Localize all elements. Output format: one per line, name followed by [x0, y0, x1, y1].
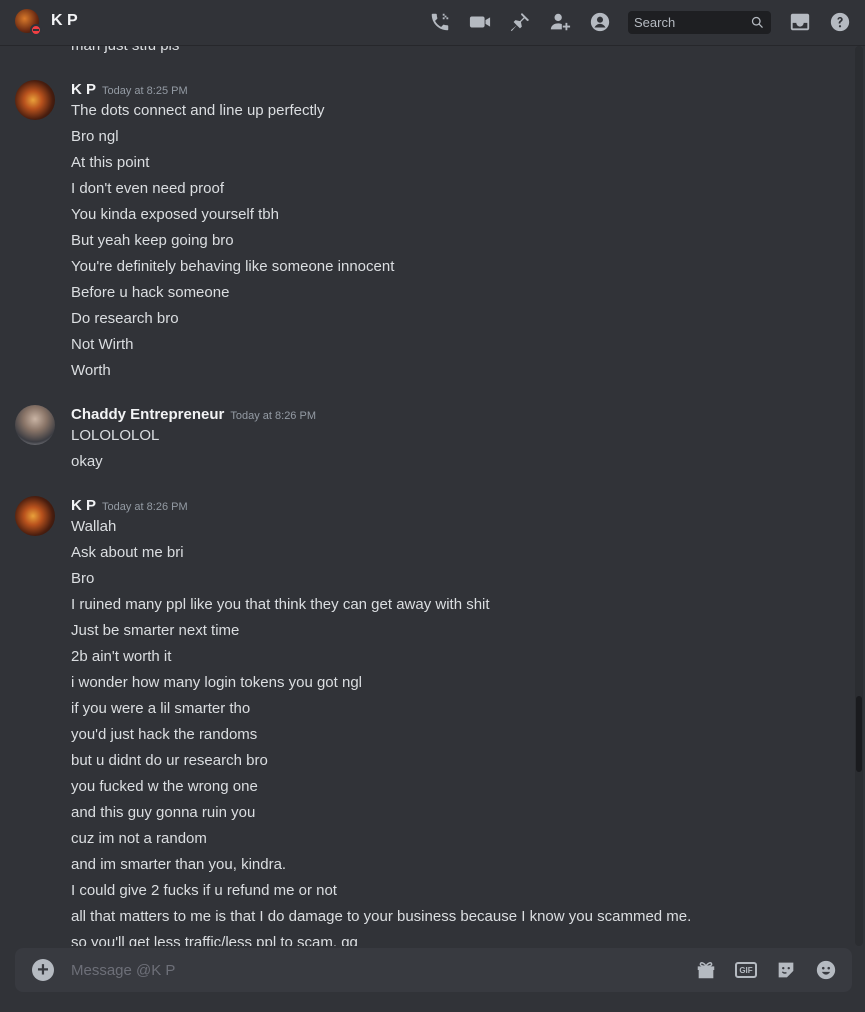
message-line: Ask about me bri	[71, 544, 184, 561]
message-line: Worth	[71, 362, 111, 379]
dnd-status-icon	[30, 24, 42, 36]
avatar[interactable]	[15, 496, 55, 536]
add-friend-icon[interactable]	[548, 10, 572, 34]
add-attachment-icon[interactable]: +	[32, 959, 54, 981]
message-input[interactable]	[71, 959, 671, 981]
emoji-icon[interactable]	[814, 958, 838, 982]
message-line: You kinda exposed yourself tbh	[71, 206, 279, 223]
gif-label: GIF	[735, 962, 757, 978]
message-line: I ruined many ppl like you that think th…	[71, 596, 490, 613]
author-name[interactable]: K P	[71, 81, 96, 98]
author-name[interactable]: K P	[71, 497, 96, 514]
message-line: i wonder how many login tokens you got n…	[71, 674, 363, 691]
message-line: The dots connect and line up perfectly	[71, 102, 325, 119]
message-line: but u didnt do ur research bro	[71, 752, 268, 769]
search-box[interactable]	[628, 11, 771, 34]
message-timestamp: Today at 8:26 PM	[230, 410, 316, 422]
scrollbar-thumb[interactable]	[856, 696, 862, 772]
gift-icon[interactable]	[694, 958, 718, 982]
message-line: and this guy gonna ruin you	[71, 804, 256, 821]
search-input[interactable]	[628, 15, 743, 30]
channel-header: K P	[0, 0, 865, 46]
message-line: Just be smarter next time	[71, 622, 240, 639]
user-profile-icon[interactable]	[588, 10, 612, 34]
inbox-icon[interactable]	[788, 10, 812, 34]
help-icon[interactable]	[828, 10, 852, 34]
message-line: 2b ain't worth it	[71, 648, 172, 665]
message-line: But yeah keep going bro	[71, 232, 234, 249]
message-line: LOLOLOLOL	[71, 427, 160, 444]
message-line: so you'll get less traffic/less ppl to s…	[71, 934, 358, 946]
message-line: Do research bro	[71, 310, 179, 327]
dm-window: K P man just stfu pls	[0, 0, 865, 1012]
message-line: if you were a lil smarter tho	[71, 700, 251, 717]
avatar[interactable]	[15, 80, 55, 120]
message-line: cuz im not a random	[71, 830, 207, 847]
scrollbar-track[interactable]	[855, 46, 863, 946]
message-author[interactable]: Chaddy Entrepreneur Today at 8:26 PM	[71, 406, 316, 423]
message-line: you'd just hack the randoms	[71, 726, 258, 743]
message-timestamp: Today at 8:25 PM	[102, 85, 188, 97]
cutoff-message-line: man just stfu pls	[71, 46, 179, 54]
message-line: You're definitely behaving like someone …	[71, 258, 395, 275]
author-name[interactable]: Chaddy Entrepreneur	[71, 406, 224, 423]
message-author[interactable]: K P Today at 8:26 PM	[71, 497, 188, 514]
sticker-icon[interactable]	[774, 958, 798, 982]
message-line: Bro ngl	[71, 128, 119, 145]
pin-icon[interactable]	[508, 10, 532, 34]
message-line: Bro	[71, 570, 95, 587]
message-line: and im smarter than you, kindra.	[71, 856, 287, 873]
message-timestamp: Today at 8:26 PM	[102, 501, 188, 513]
video-camera-icon[interactable]	[468, 10, 492, 34]
message-line: Before u hack someone	[71, 284, 230, 301]
search-icon	[750, 15, 765, 30]
message-line: Wallah	[71, 518, 117, 535]
message-line: okay	[71, 453, 103, 470]
gif-icon[interactable]: GIF	[734, 958, 758, 982]
message-author[interactable]: K P Today at 8:25 PM	[71, 81, 188, 98]
message-line: I could give 2 fucks if u refund me or n…	[71, 882, 337, 899]
message-line: you fucked w the wrong one	[71, 778, 258, 795]
message-line: At this point	[71, 154, 150, 171]
avatar[interactable]	[15, 405, 55, 445]
message-line: all that matters to me is that I do dama…	[71, 908, 692, 925]
phone-call-icon[interactable]	[428, 10, 452, 34]
message-list: man just stfu pls K P Today at 8:25 PM Th…	[0, 46, 865, 946]
message-line: I don't even need proof	[71, 180, 224, 197]
message-line: Not Wirth	[71, 336, 134, 353]
header-title[interactable]: K P	[51, 12, 78, 30]
message-composer: + GIF	[15, 948, 852, 992]
